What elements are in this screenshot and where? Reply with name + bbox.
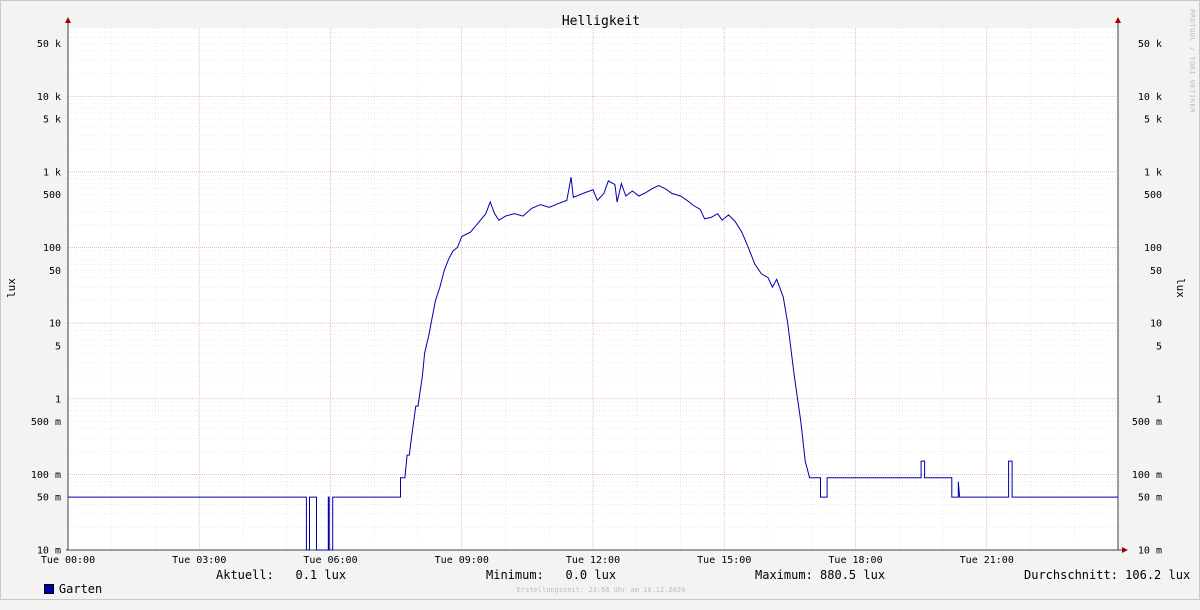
y-tick-label-left: 10 [49,319,61,330]
x-tick-label: Tue 09:00 [435,555,489,566]
y-tick-label-right: 10 m [1138,546,1162,557]
y-tick-label-left: 500 [43,190,61,201]
y-tick-label-right: 100 m [1132,470,1162,481]
x-tick-label: Tue 00:00 [41,555,95,566]
y-tick-label-left: 1 k [43,167,61,178]
chart-title: Helligkeit [562,14,640,29]
y-tick-label-left: 10 k [37,92,61,103]
chart-frame: 10 m 10 m 50 m 50 m 100 m 100 m 500 m 500 m1155… [0,0,1200,600]
y-tick-label-right: 5 [1156,341,1162,352]
y-axis-arrow-left [65,17,71,23]
legend-current: Aktuell: 0.1 lux [216,568,347,582]
y-tick-label-left: 50 k [37,39,61,50]
y-tick-label-right: 1 [1156,394,1162,405]
legend-average: Durchschnitt: 106.2 lux [1024,568,1191,582]
y-tick-label-left: 5 [55,341,61,352]
y-tick-label-right: 50 [1150,266,1162,277]
y-tick-label-right: 5 k [1144,115,1162,126]
legend-maximum: Maximum: 880.5 lux [755,568,886,582]
y-tick-label-left: 100 m [31,470,61,481]
y-tick-label-right: 500 [1144,190,1162,201]
footer-timestamp: Erstellungszeit: 23:58 Uhr am 10.12.2024 [516,586,686,594]
y-tick-label-left: 50 m [37,493,61,504]
y-tick-label-right: 50 m [1138,493,1162,504]
y-tick-label-left: 5 k [43,115,61,126]
y-tick-label-right: 100 [1144,243,1162,254]
y-axis-label-right: lux [1174,278,1187,298]
x-axis-arrow [1122,547,1128,553]
y-tick-label-left: 500 m [31,417,61,428]
y-axis-label-left: lux [5,278,18,298]
y-tick-label-left: 50 [49,266,61,277]
x-tick-label: Tue 21:00 [960,555,1014,566]
y-axis-arrow-right [1115,17,1121,23]
legend-minimum: Minimum: 0.0 lux [486,568,617,582]
x-tick-label: Tue 06:00 [303,555,357,566]
brightness-chart: 10 m 10 m50 m 50 m100 m 100 m500 m 500 m1 15 5… [5,9,1196,566]
x-tick-label: Tue 03:00 [172,555,226,566]
y-tick-label-right: 500 m [1132,417,1162,428]
y-tick-label-right: 1 k [1144,167,1162,178]
y-tick-label-right: 10 [1150,319,1162,330]
x-tick-label: Tue 18:00 [828,555,882,566]
y-tick-label-left: 1 [55,394,61,405]
rrdtool-credit: RRDTOOL / TOBI OETIKER [1188,9,1196,113]
x-tick-label: Tue 15:00 [697,555,751,566]
y-tick-label-right: 10 k [1138,92,1162,103]
y-tick-label-right: 50 k [1138,39,1162,50]
y-tick-label-left: 100 [43,243,61,254]
x-tick-label: Tue 12:00 [566,555,620,566]
